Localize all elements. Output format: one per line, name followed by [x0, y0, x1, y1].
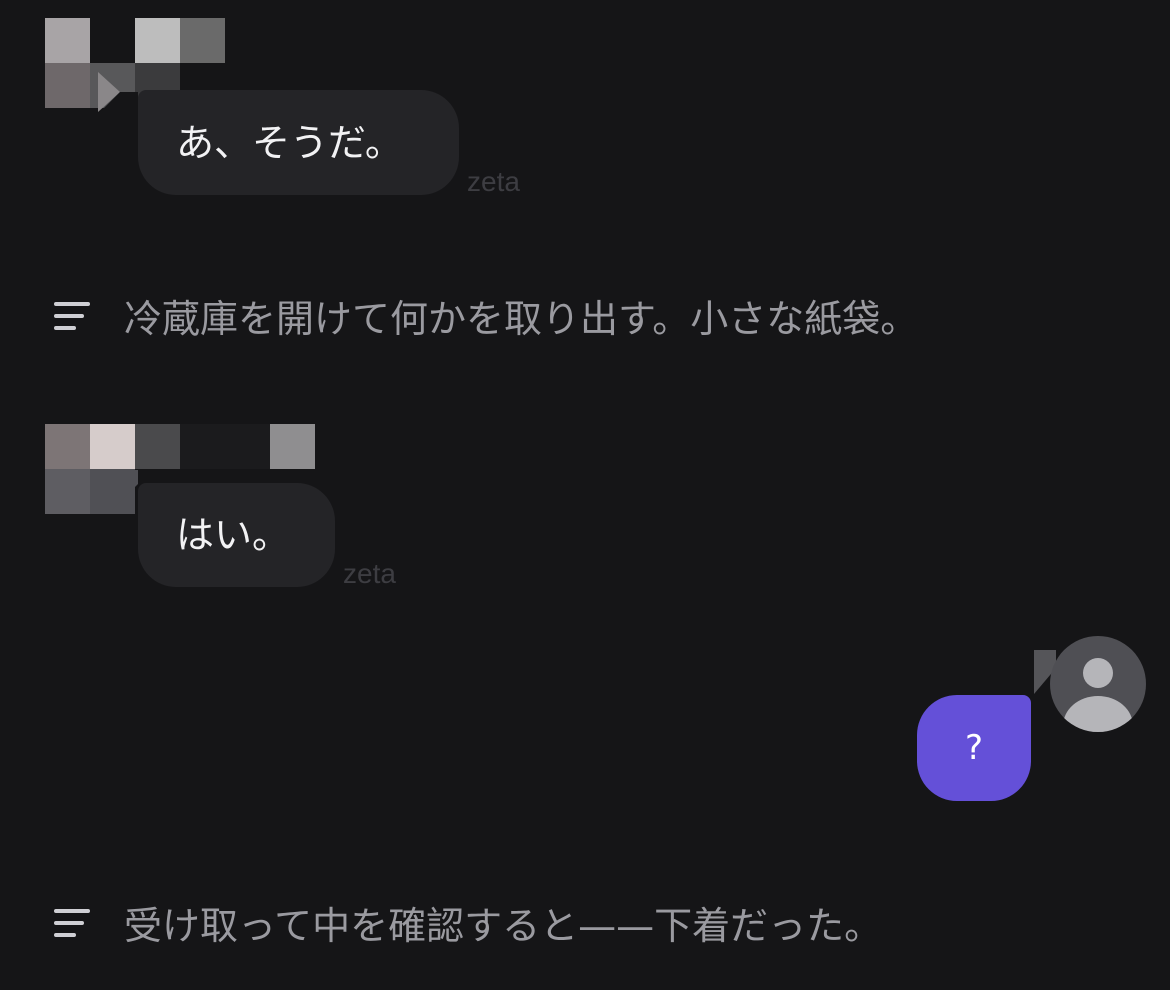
narration-text: 冷蔵庫を開けて何かを取り出す。小さな紙袋。 [124, 297, 919, 341]
sender-tag: zeta [343, 558, 396, 589]
narration-line: 受け取って中を確認すると——下着だった。 [54, 895, 882, 950]
message-text: ? [964, 728, 984, 768]
narration-text: 受け取って中を確認すると——下着だった。 [124, 904, 883, 948]
bubble-tail [98, 470, 138, 510]
bubble-tail [98, 72, 138, 112]
character-message-bubble[interactable]: あ、そうだ。 [138, 90, 459, 195]
lines-icon [54, 301, 90, 330]
lines-icon [54, 908, 90, 937]
user-message-bubble[interactable]: ? [917, 695, 1031, 801]
narration-line: 冷蔵庫を開けて何かを取り出す。小さな紙袋。 [54, 288, 918, 343]
default-user-avatar-icon[interactable] [1050, 636, 1146, 732]
message-text: あ、そうだ。 [176, 120, 403, 165]
message-text: はい。 [176, 513, 291, 557]
sender-tag: zeta [467, 166, 520, 197]
chat-log: あ、そうだ。 zeta 冷蔵庫を開けて何かを取り出す。小さな紙袋。 はい。 ze… [0, 0, 1170, 990]
character-message-bubble[interactable]: はい。 [138, 483, 335, 587]
